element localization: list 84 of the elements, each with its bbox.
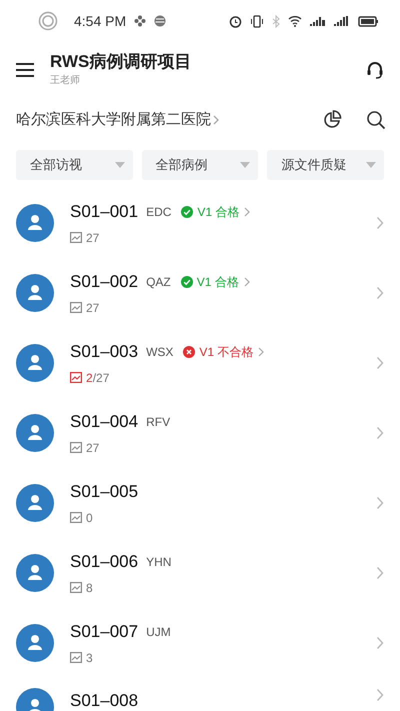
app-title: RWS病例调研项目 xyxy=(50,52,192,73)
image-icon xyxy=(70,372,82,384)
image-count: 27 xyxy=(86,440,100,457)
chevron-right-icon xyxy=(376,216,384,230)
chevron-right-icon xyxy=(376,688,384,702)
check-circle-icon xyxy=(180,276,193,288)
patient-initials: EDC xyxy=(146,204,172,221)
patient-row[interactable]: S01–001 EDC V1 合格 27 xyxy=(0,188,400,258)
battery-icon xyxy=(358,16,378,26)
image-count: 27 xyxy=(86,300,100,317)
image-icon xyxy=(70,512,82,524)
patient-initials: YHN xyxy=(146,554,172,571)
vibrate-icon xyxy=(250,14,264,28)
wifi-icon xyxy=(288,15,302,27)
chevron-right-icon xyxy=(376,286,384,300)
menu-icon[interactable] xyxy=(16,63,34,77)
patient-id: S01–006 xyxy=(70,551,138,574)
chevron-right-icon xyxy=(376,426,384,440)
patient-id: S01–004 xyxy=(70,411,138,434)
image-count: 3 xyxy=(86,650,93,667)
check-circle-icon xyxy=(181,206,194,218)
caret-down-icon xyxy=(240,162,250,168)
patient-id: S01–005 xyxy=(70,481,138,504)
avatar-icon xyxy=(16,274,54,312)
image-icon xyxy=(70,232,82,244)
avatar-icon xyxy=(16,414,54,452)
chevron-right-icon xyxy=(376,356,384,370)
patient-initials: QAZ xyxy=(146,274,171,291)
filter-dropdown[interactable]: 源文件质疑 xyxy=(267,150,384,180)
patient-row[interactable]: S01–002 QAZ V1 合格 27 xyxy=(0,258,400,328)
patient-row[interactable]: S01–006 YHN 8 xyxy=(0,538,400,608)
chevron-right-icon xyxy=(257,347,266,357)
pie-chart-icon[interactable] xyxy=(322,110,342,130)
flower-icon xyxy=(134,15,146,27)
image-icon xyxy=(70,302,82,314)
site-selector[interactable]: 哈尔滨医科大学附属第二医院 xyxy=(16,108,221,132)
search-icon[interactable] xyxy=(366,110,386,130)
avatar-icon xyxy=(16,624,54,662)
patient-initials: WSX xyxy=(146,344,174,361)
user-name: 王老师 xyxy=(50,74,81,88)
chevron-right-icon xyxy=(211,114,221,126)
avatar-icon xyxy=(16,344,54,382)
patient-row[interactable]: S01–005 0 xyxy=(0,468,400,538)
chevron-right-icon xyxy=(376,496,384,510)
chevron-right-icon xyxy=(376,566,384,580)
image-icon xyxy=(70,582,82,594)
patient-row[interactable]: S01–007 UJM 3 xyxy=(0,608,400,678)
patient-row[interactable]: S01–003 WSX V1 不合格 2/27 xyxy=(0,328,400,398)
patient-id: S01–008 xyxy=(70,690,138,711)
visit-status: V1 合格 xyxy=(196,274,239,291)
ring-icon xyxy=(38,11,58,31)
signal-icon xyxy=(310,16,326,26)
chevron-right-icon xyxy=(242,277,251,287)
image-count: 0 xyxy=(86,510,93,527)
patient-row[interactable]: S01–004 RFV 27 xyxy=(0,398,400,468)
image-count: 8 xyxy=(86,580,93,597)
avatar-icon xyxy=(16,554,54,592)
patient-id: S01–003 xyxy=(70,341,138,364)
patient-id: S01–001 xyxy=(70,201,138,224)
patient-row[interactable]: S01–008 xyxy=(0,678,400,711)
patient-id: S01–007 xyxy=(70,621,138,644)
patient-initials: RFV xyxy=(146,414,170,431)
image-icon xyxy=(70,652,82,664)
patient-id: S01–002 xyxy=(70,271,138,294)
caret-down-icon xyxy=(366,162,376,168)
signal-icon xyxy=(334,16,350,26)
visit-status: V1 不合格 xyxy=(199,344,254,361)
chevron-right-icon xyxy=(243,207,252,217)
headset-icon[interactable] xyxy=(366,61,384,79)
caret-down-icon xyxy=(114,162,125,168)
avatar-icon xyxy=(16,484,54,522)
avatar-icon xyxy=(16,204,54,242)
image-icon xyxy=(70,442,82,454)
image-count: 2/27 xyxy=(86,370,110,387)
image-count: 27 xyxy=(86,230,100,247)
patient-initials: UJM xyxy=(146,624,171,641)
filter-dropdown[interactable]: 全部病例 xyxy=(142,150,258,180)
filter-dropdown[interactable]: 全部访视 xyxy=(16,150,133,180)
error-circle-icon xyxy=(183,346,196,358)
bluetooth-icon xyxy=(272,14,280,28)
visit-status: V1 合格 xyxy=(197,204,240,221)
status-time: 4:54 PM xyxy=(74,12,126,30)
alarm-icon xyxy=(229,14,242,28)
chevron-right-icon xyxy=(376,636,384,650)
